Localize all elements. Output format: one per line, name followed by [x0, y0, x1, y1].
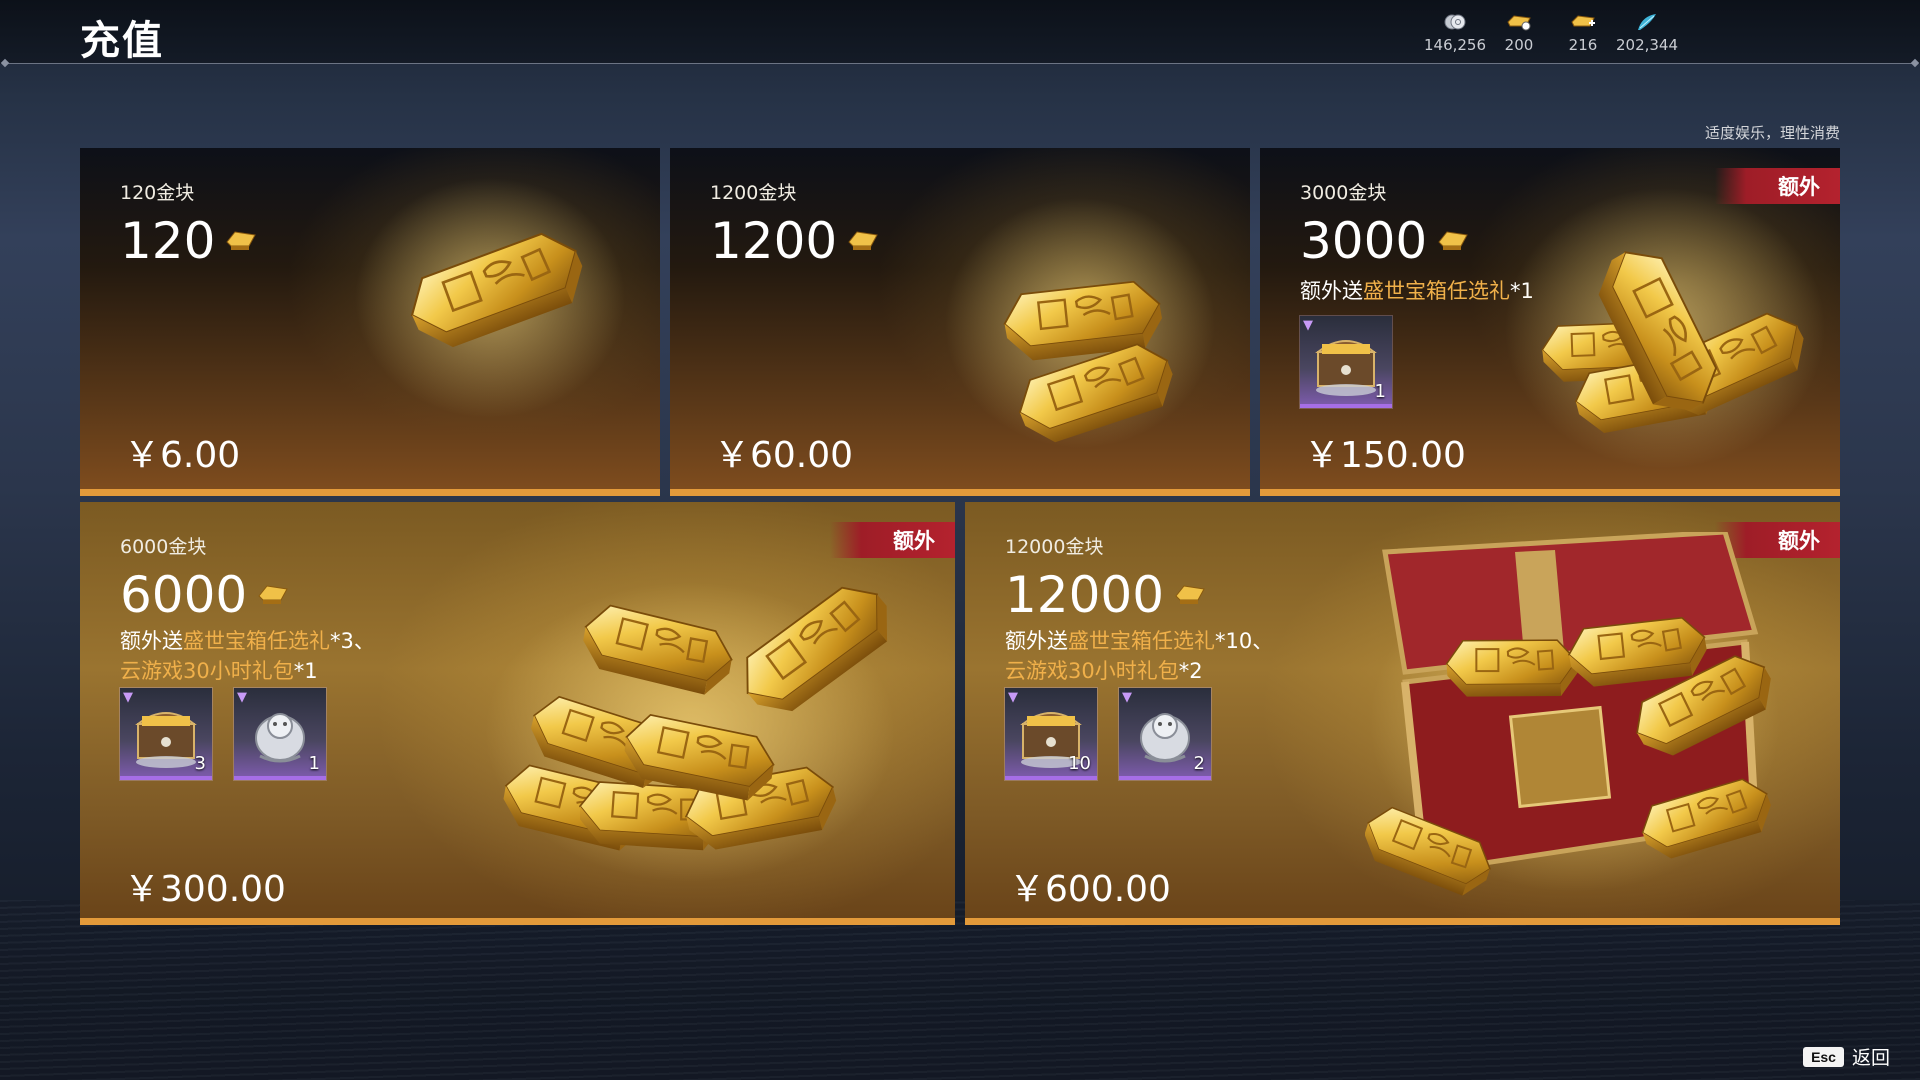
- item-count: 10: [1068, 753, 1091, 774]
- gold-ingot-icon: [848, 231, 879, 250]
- amount-value: 120: [120, 212, 216, 270]
- reward-item[interactable]: ▼ 2: [1118, 687, 1212, 781]
- item-count: 1: [1374, 381, 1386, 402]
- currency-gold-a: 200: [1484, 12, 1554, 54]
- reward-item[interactable]: ▼ 1: [1299, 315, 1393, 409]
- bonus-description: 额外送盛世宝箱任选礼*1: [1300, 276, 1534, 306]
- amount-value: 12000: [1005, 566, 1165, 624]
- bonus-description: 额外送盛世宝箱任选礼*10、 云游戏30小时礼包*2: [1005, 626, 1273, 686]
- ocean-background: [0, 900, 1920, 1080]
- reward-item[interactable]: ▼ 1: [233, 687, 327, 781]
- bonus-item-count: *3、: [330, 629, 375, 653]
- bonus-prefix: 额外送: [1005, 629, 1068, 653]
- bonus-item-name: 云游戏30小时礼包: [1005, 659, 1179, 683]
- gold-bars-image: [945, 198, 1215, 459]
- currency-gold-b: 216: [1548, 12, 1618, 54]
- bonus-item-count: *10、: [1215, 629, 1274, 653]
- currency-silver: 146,256: [1420, 12, 1490, 54]
- esc-key[interactable]: Esc: [1803, 1046, 1844, 1067]
- amount-value: 3000: [1300, 212, 1428, 270]
- package-card-3000[interactable]: 额外 3000金块 3000 额外送盛世宝箱任选礼*1 ▼ 1 ￥1: [1260, 148, 1840, 496]
- package-amount: 12000: [1005, 566, 1206, 624]
- bonus-item-name: 盛世宝箱任选礼: [1363, 279, 1510, 303]
- bonus-items: ▼ 10 ▼ 2: [1004, 687, 1212, 781]
- moderation-notice: 适度娱乐，理性消费: [1704, 124, 1840, 142]
- gold-ingot-icon: [226, 231, 257, 250]
- package-name: 6000金块: [120, 536, 207, 558]
- package-card-12000[interactable]: 额外 12000金块 12000 额外送盛世宝箱任选礼*10、 云游戏30小时礼…: [965, 502, 1840, 925]
- bonus-item-count: *1: [293, 659, 318, 683]
- item-count: 3: [194, 753, 206, 774]
- package-amount: 1200: [710, 212, 879, 270]
- treasure-chest-gold-image: [1365, 532, 1785, 902]
- package-card-1200[interactable]: 1200金块 1200 ￥60.00: [670, 148, 1250, 496]
- currency-value: 200: [1504, 36, 1534, 54]
- gold-ingot-icon: [1175, 585, 1205, 604]
- silver-lion-icon: [1140, 713, 1190, 763]
- reward-item[interactable]: ▼ 10: [1004, 687, 1098, 781]
- currency-feather: 202,344: [1612, 12, 1682, 54]
- top-bar: 充值 146,256 200 216 202,344: [0, 0, 1920, 64]
- gold-bars-pile-image: [1505, 188, 1825, 468]
- bonus-prefix: 额外送: [1300, 279, 1363, 303]
- package-name: 1200金块: [710, 182, 797, 204]
- header-divider: [6, 63, 1914, 64]
- package-price-button[interactable]: ￥300.00: [124, 860, 286, 912]
- package-name: 12000金块: [1005, 536, 1104, 558]
- item-count: 2: [1193, 753, 1205, 774]
- silver-coin-icon: [1444, 14, 1466, 30]
- currency-value: 146,256: [1423, 36, 1487, 54]
- silver-lion-icon: [255, 713, 305, 763]
- amount-value: 1200: [710, 212, 838, 270]
- bonus-tag: 额外: [830, 522, 955, 558]
- bonus-prefix: 额外送: [120, 629, 183, 653]
- bonus-item-name: 盛世宝箱任选礼: [183, 629, 330, 653]
- gold-bars-stack-image: [485, 566, 900, 882]
- amount-value: 6000: [120, 566, 248, 624]
- back-label[interactable]: 返回: [1852, 1043, 1890, 1070]
- package-name: 3000金块: [1300, 182, 1387, 204]
- gold-ingot-icon: [1438, 231, 1469, 250]
- page-title: 充值: [80, 18, 164, 64]
- bonus-description: 额外送盛世宝箱任选礼*3、 云游戏30小时礼包*1: [120, 626, 375, 686]
- bonus-item-name: 盛世宝箱任选礼: [1068, 629, 1215, 653]
- reward-item[interactable]: ▼ 3: [119, 687, 213, 781]
- blue-feather-icon: [1638, 14, 1656, 30]
- treasure-chest-icon: [135, 712, 197, 768]
- bonus-item-name: 云游戏30小时礼包: [120, 659, 294, 683]
- bonus-items: ▼ 1: [1299, 315, 1393, 409]
- package-price-button[interactable]: ￥600.00: [1009, 860, 1171, 912]
- package-amount: 120: [120, 212, 257, 270]
- gold-bar-image: [355, 178, 625, 418]
- package-card-120[interactable]: 120金块 120 ￥6.00: [80, 148, 660, 496]
- currency-value: 202,344: [1615, 36, 1679, 54]
- package-price-button[interactable]: ￥60.00: [714, 426, 853, 478]
- package-card-6000[interactable]: 额外 6000金块 6000 额外送盛世宝箱任选礼*3、 云游戏30小时礼包*1…: [80, 502, 955, 925]
- gold-ingot-plus-icon: [1571, 15, 1595, 27]
- gold-ingot-icon: [258, 585, 289, 604]
- bonus-items: ▼ 3 ▼ 1: [119, 687, 327, 781]
- back-button[interactable]: Esc 返回: [1803, 1043, 1890, 1070]
- package-amount: 6000: [120, 566, 289, 624]
- bonus-item-count: *2: [1178, 659, 1203, 683]
- currency-value: 216: [1568, 36, 1598, 54]
- package-amount: 3000: [1300, 212, 1469, 270]
- treasure-chest-icon: [1315, 340, 1377, 396]
- package-price-button[interactable]: ￥6.00: [124, 426, 240, 478]
- package-price-button[interactable]: ￥150.00: [1304, 426, 1466, 478]
- item-count: 1: [308, 753, 320, 774]
- package-name: 120金块: [120, 182, 195, 204]
- gold-ingot-small-icon: [1507, 15, 1531, 31]
